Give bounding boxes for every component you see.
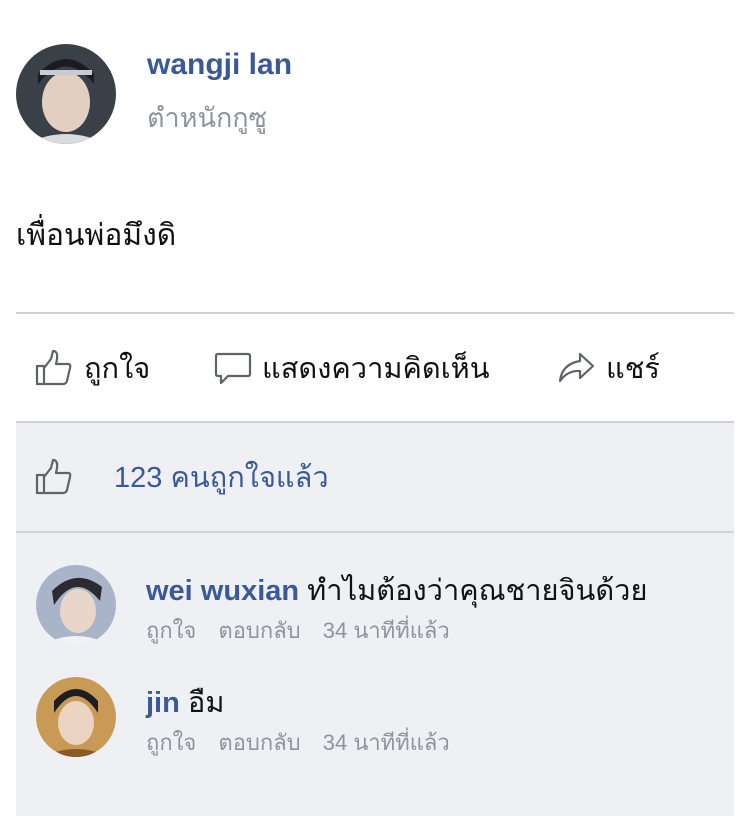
comment-meta: ถูกใจ ตอบกลับ 34 นาทีที่แล้ว bbox=[146, 613, 466, 648]
comment-item: wei wuxian ทำไมต้องว่าคุณชายจินด้วย ถูกใ… bbox=[16, 565, 734, 655]
comment-time: 34 นาทีที่แล้ว bbox=[322, 618, 450, 643]
divider bbox=[16, 531, 734, 533]
comments-panel: 123 คนถูกใจแล้ว wei wuxian ทำไมต้องว่าคุ… bbox=[16, 423, 734, 816]
like-button-label: ถูกใจ bbox=[84, 353, 151, 385]
post-author-avatar[interactable] bbox=[16, 44, 116, 144]
share-button[interactable]: แชร์ bbox=[556, 315, 660, 421]
commenter-name[interactable]: wei wuxian bbox=[146, 575, 299, 607]
comment-reply-link[interactable]: ตอบกลับ bbox=[218, 730, 300, 755]
comment-button-label: แสดงความคิดเห็น bbox=[262, 353, 490, 385]
comment-meta: ถูกใจ ตอบกลับ 34 นาทีที่แล้ว bbox=[146, 725, 466, 760]
comment-text: ทำไมต้องว่าคุณชายจินด้วย bbox=[307, 575, 648, 607]
comment-time: 34 นาทีที่แล้ว bbox=[322, 730, 450, 755]
commenter-avatar[interactable] bbox=[36, 565, 116, 645]
share-button-label: แชร์ bbox=[606, 353, 660, 385]
comment-like-link[interactable]: ถูกใจ bbox=[146, 618, 196, 643]
share-arrow-icon bbox=[558, 352, 595, 383]
thumbs-up-icon bbox=[35, 349, 72, 386]
post-author-name[interactable]: wangji lan bbox=[147, 48, 292, 82]
like-button[interactable]: ถูกใจ bbox=[34, 315, 150, 421]
comment-button[interactable]: แสดงความคิดเห็น bbox=[214, 315, 490, 421]
thumbs-up-icon bbox=[35, 458, 72, 495]
avatar-image bbox=[16, 44, 116, 144]
comment-reply-link[interactable]: ตอบกลับ bbox=[218, 618, 300, 643]
speech-bubble-icon bbox=[214, 352, 252, 385]
comment-text: อืม bbox=[187, 687, 225, 719]
commenter-name[interactable]: jin bbox=[146, 687, 180, 719]
avatar-image bbox=[36, 565, 116, 645]
divider bbox=[16, 312, 734, 314]
comment-line: jin อืม bbox=[146, 679, 224, 725]
comment-item: jin อืม ถูกใจ ตอบกลับ 34 นาทีที่แล้ว bbox=[16, 677, 734, 767]
commenter-avatar[interactable] bbox=[36, 677, 116, 757]
post-text: เพื่อนพ่อมึงดิ bbox=[16, 219, 177, 252]
likes-count-text: 123 คนถูกใจแล้ว bbox=[114, 462, 329, 494]
comment-line: wei wuxian ทำไมต้องว่าคุณชายจินด้วย bbox=[146, 567, 647, 613]
avatar-image bbox=[36, 677, 116, 757]
comment-like-link[interactable]: ถูกใจ bbox=[146, 730, 196, 755]
post-author-subtitle: ตำหนักกูซู bbox=[147, 103, 267, 133]
likes-summary[interactable]: 123 คนถูกใจแล้ว bbox=[16, 423, 734, 531]
post-action-bar: ถูกใจ แสดงความคิดเห็น แชร์ bbox=[16, 315, 734, 421]
